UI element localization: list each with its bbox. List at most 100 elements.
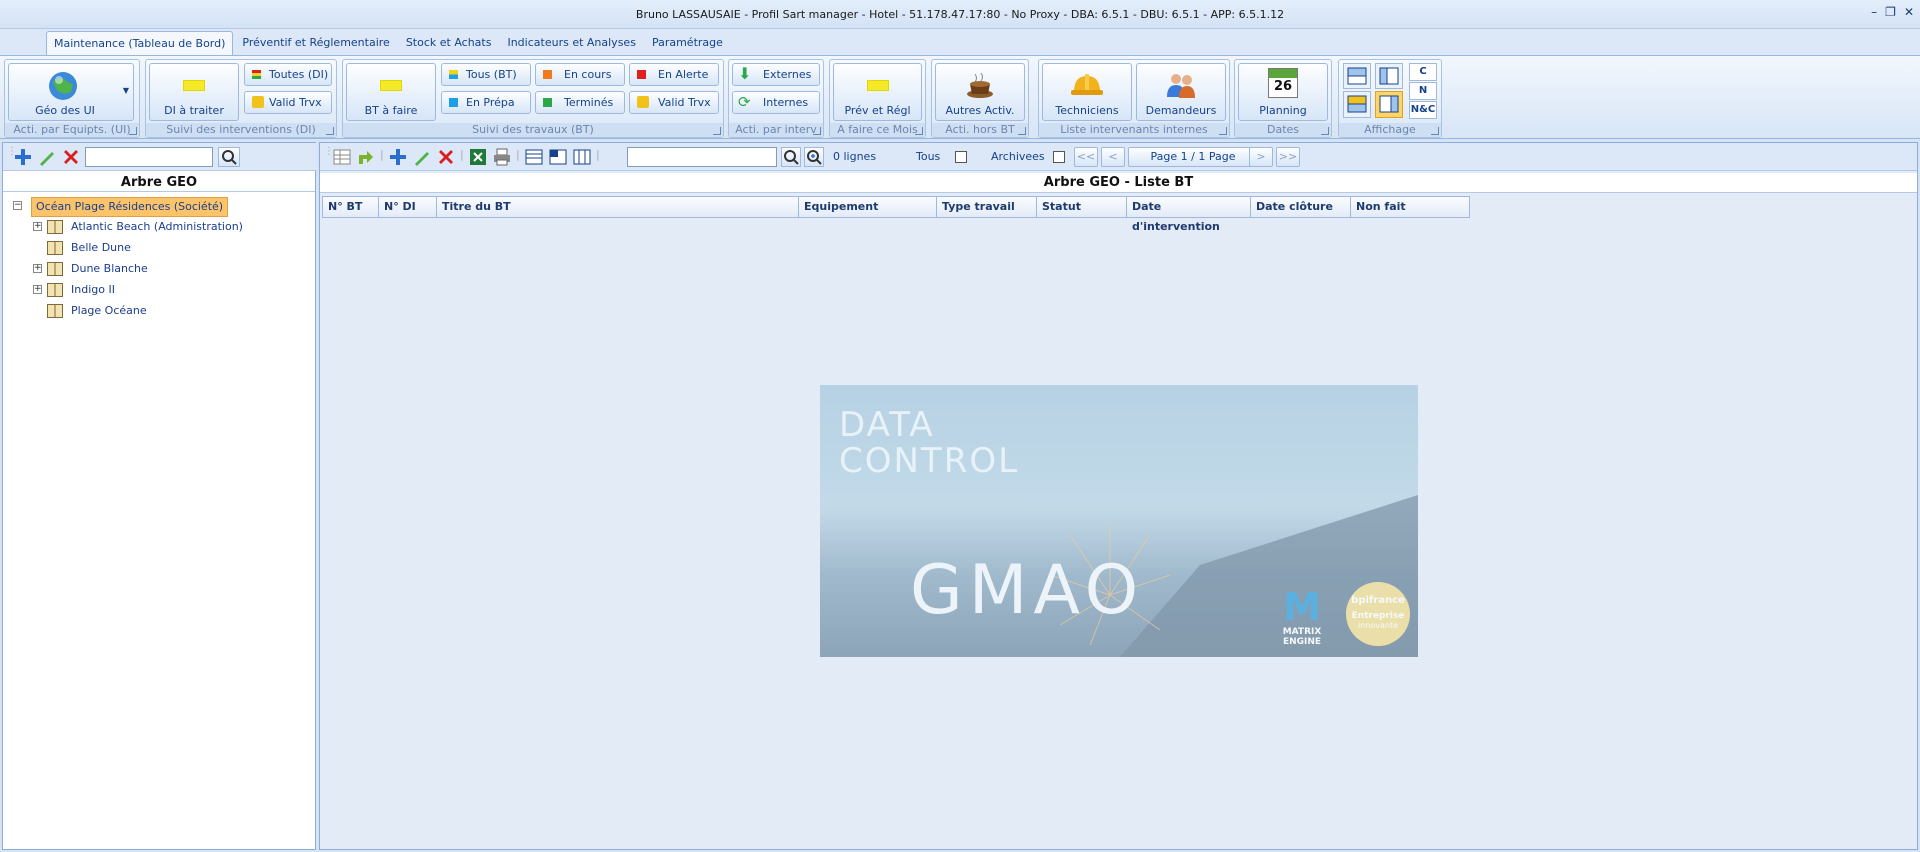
layout-top-button[interactable]: [1343, 63, 1371, 89]
expand-icon[interactable]: +: [33, 222, 42, 231]
last-page-button[interactable]: >>: [1276, 147, 1300, 167]
first-page-button[interactable]: <<: [1074, 147, 1098, 167]
display-n-button[interactable]: N: [1409, 82, 1437, 100]
edit-icon[interactable]: [37, 147, 57, 167]
valid-trvx-bt-button[interactable]: Valid Trvx: [629, 91, 719, 114]
list-search-button[interactable]: [781, 147, 801, 167]
tree-search-button[interactable]: [218, 147, 240, 167]
col-header-date-intervention[interactable]: Date d'intervention: [1127, 197, 1251, 233]
yellow-bar-icon: [866, 80, 889, 91]
advanced-search-button[interactable]: [804, 147, 824, 167]
internes-button[interactable]: ⟳ Internes: [732, 91, 820, 114]
delete-icon[interactable]: [436, 147, 456, 167]
tree-node-plage-oceane[interactable]: Plage Océane: [29, 302, 289, 320]
add-icon[interactable]: [388, 147, 408, 167]
tab-stock[interactable]: Stock et Achats: [399, 31, 499, 55]
externes-label: Externes: [763, 68, 812, 81]
dialog-launcher-icon[interactable]: [326, 127, 334, 135]
planning-button[interactable]: 26 Planning: [1238, 63, 1328, 121]
tab-maintenance[interactable]: Maintenance (Tableau de Bord): [46, 31, 234, 55]
export-icon[interactable]: [356, 147, 376, 167]
dialog-launcher-icon[interactable]: [1431, 127, 1439, 135]
valid-trvx-di-button[interactable]: Valid Trvx: [244, 91, 332, 114]
dialog-launcher-icon[interactable]: [1321, 127, 1329, 135]
red-flag-icon: [637, 70, 646, 79]
chevron-down-icon[interactable]: ▼: [123, 86, 129, 95]
archivees-checkbox[interactable]: [1053, 151, 1065, 163]
dialog-launcher-icon[interactable]: [813, 127, 821, 135]
dialog-launcher-icon[interactable]: [129, 127, 137, 135]
display-c-button[interactable]: C: [1409, 63, 1437, 81]
prev-page-button[interactable]: <: [1101, 147, 1125, 167]
excel-icon[interactable]: [468, 147, 488, 167]
tree-node-belle-dune[interactable]: Belle Dune: [29, 239, 289, 257]
collapse-icon[interactable]: −: [13, 201, 22, 210]
geo-ui-button[interactable]: Géo des UI ▼: [8, 63, 134, 121]
col-header-date-cloture[interactable]: Date clôture: [1251, 197, 1351, 217]
tab-preventif[interactable]: Préventif et Réglementaire: [235, 31, 396, 55]
expand-icon[interactable]: +: [33, 264, 42, 273]
list-title: Arbre GEO - Liste BT: [320, 173, 1917, 193]
expand-icon[interactable]: +: [33, 285, 42, 294]
edit-icon[interactable]: [412, 147, 432, 167]
tab-parametrage[interactable]: Paramétrage: [645, 31, 730, 55]
en-alerte-button[interactable]: En Alerte: [629, 63, 719, 86]
di-a-traiter-button[interactable]: DI à traiter: [149, 63, 239, 121]
col-header-equipement[interactable]: Equipement: [799, 197, 937, 217]
en-cours-button[interactable]: En cours: [535, 63, 625, 86]
tree-node-dune-blanche[interactable]: + Dune Blanche: [29, 260, 289, 278]
tous-bt-button[interactable]: Tous (BT): [441, 63, 531, 86]
dialog-launcher-icon[interactable]: [915, 127, 923, 135]
display-nc-button[interactable]: N&C: [1409, 101, 1437, 119]
tree-node-indigo[interactable]: + Indigo II: [29, 281, 289, 299]
dialog-launcher-icon[interactable]: [1219, 127, 1227, 135]
view-columns-icon[interactable]: [572, 147, 592, 167]
tous-checkbox[interactable]: [955, 151, 967, 163]
tree-node-label: Atlantic Beach (Administration): [71, 220, 243, 233]
col-header-titre[interactable]: Titre du BT: [437, 197, 799, 217]
window-controls: – ❐ ✕: [1871, 3, 1914, 21]
grid-view-icon[interactable]: [332, 147, 352, 167]
col-header-non-fait[interactable]: Non fait: [1351, 197, 1469, 217]
layout-bottom-button[interactable]: [1343, 91, 1371, 118]
minimize-button[interactable]: –: [1871, 3, 1877, 21]
restore-button[interactable]: ❐: [1885, 3, 1896, 21]
dialog-launcher-icon[interactable]: [1018, 127, 1026, 135]
prev-regl-button[interactable]: Prév et Régl: [833, 63, 922, 121]
layout-right-button[interactable]: [1375, 91, 1403, 118]
delete-icon[interactable]: [61, 147, 81, 167]
tree-search-input[interactable]: [85, 147, 213, 167]
print-icon[interactable]: [492, 147, 512, 167]
view-list-icon[interactable]: [524, 147, 544, 167]
tree-node-root[interactable]: − Océan Plage Résidences (Société): [7, 197, 229, 217]
group-equipements: Géo des UI ▼ Acti. par Equipts. (UI): [4, 59, 140, 138]
bt-a-faire-button[interactable]: BT à faire: [346, 63, 436, 121]
col-header-n-di[interactable]: N° DI: [379, 197, 437, 217]
book-icon: [47, 283, 63, 297]
layout-left-button[interactable]: [1375, 63, 1403, 89]
col-header-n-bt[interactable]: N° BT: [323, 197, 379, 217]
view-detail-icon[interactable]: [548, 147, 568, 167]
externes-button[interactable]: ⬇ Externes: [732, 63, 820, 86]
group-par-interv: ⬇ Externes ⟳ Internes Acti. par interv: [728, 59, 824, 138]
col-header-statut[interactable]: Statut: [1037, 197, 1127, 217]
group-affichage: C N N&C Affichage: [1338, 59, 1442, 138]
list-search-input[interactable]: [627, 147, 777, 167]
termines-button[interactable]: Terminés: [535, 91, 625, 114]
toutes-di-button[interactable]: Toutes (DI): [244, 63, 332, 86]
next-page-button[interactable]: >: [1249, 147, 1273, 167]
col-header-type-travail[interactable]: Type travail: [937, 197, 1037, 217]
dialog-launcher-icon[interactable]: [713, 127, 721, 135]
add-icon[interactable]: [13, 147, 33, 167]
close-button[interactable]: ✕: [1904, 3, 1914, 21]
tab-indicateurs[interactable]: Indicateurs et Analyses: [500, 31, 642, 55]
tree-node-atlantic-beach[interactable]: + Atlantic Beach (Administration): [29, 218, 289, 236]
tree-node-label: Belle Dune: [71, 241, 131, 254]
techniciens-button[interactable]: Techniciens: [1042, 63, 1132, 121]
separator: |: [380, 148, 384, 161]
demandeurs-button[interactable]: Demandeurs: [1136, 63, 1226, 121]
tous-flag-icon: [449, 70, 458, 79]
autres-activ-button[interactable]: Autres Activ.: [935, 63, 1025, 121]
en-prepa-button[interactable]: En Prépa: [441, 91, 531, 114]
green-flag-icon: [543, 98, 552, 107]
